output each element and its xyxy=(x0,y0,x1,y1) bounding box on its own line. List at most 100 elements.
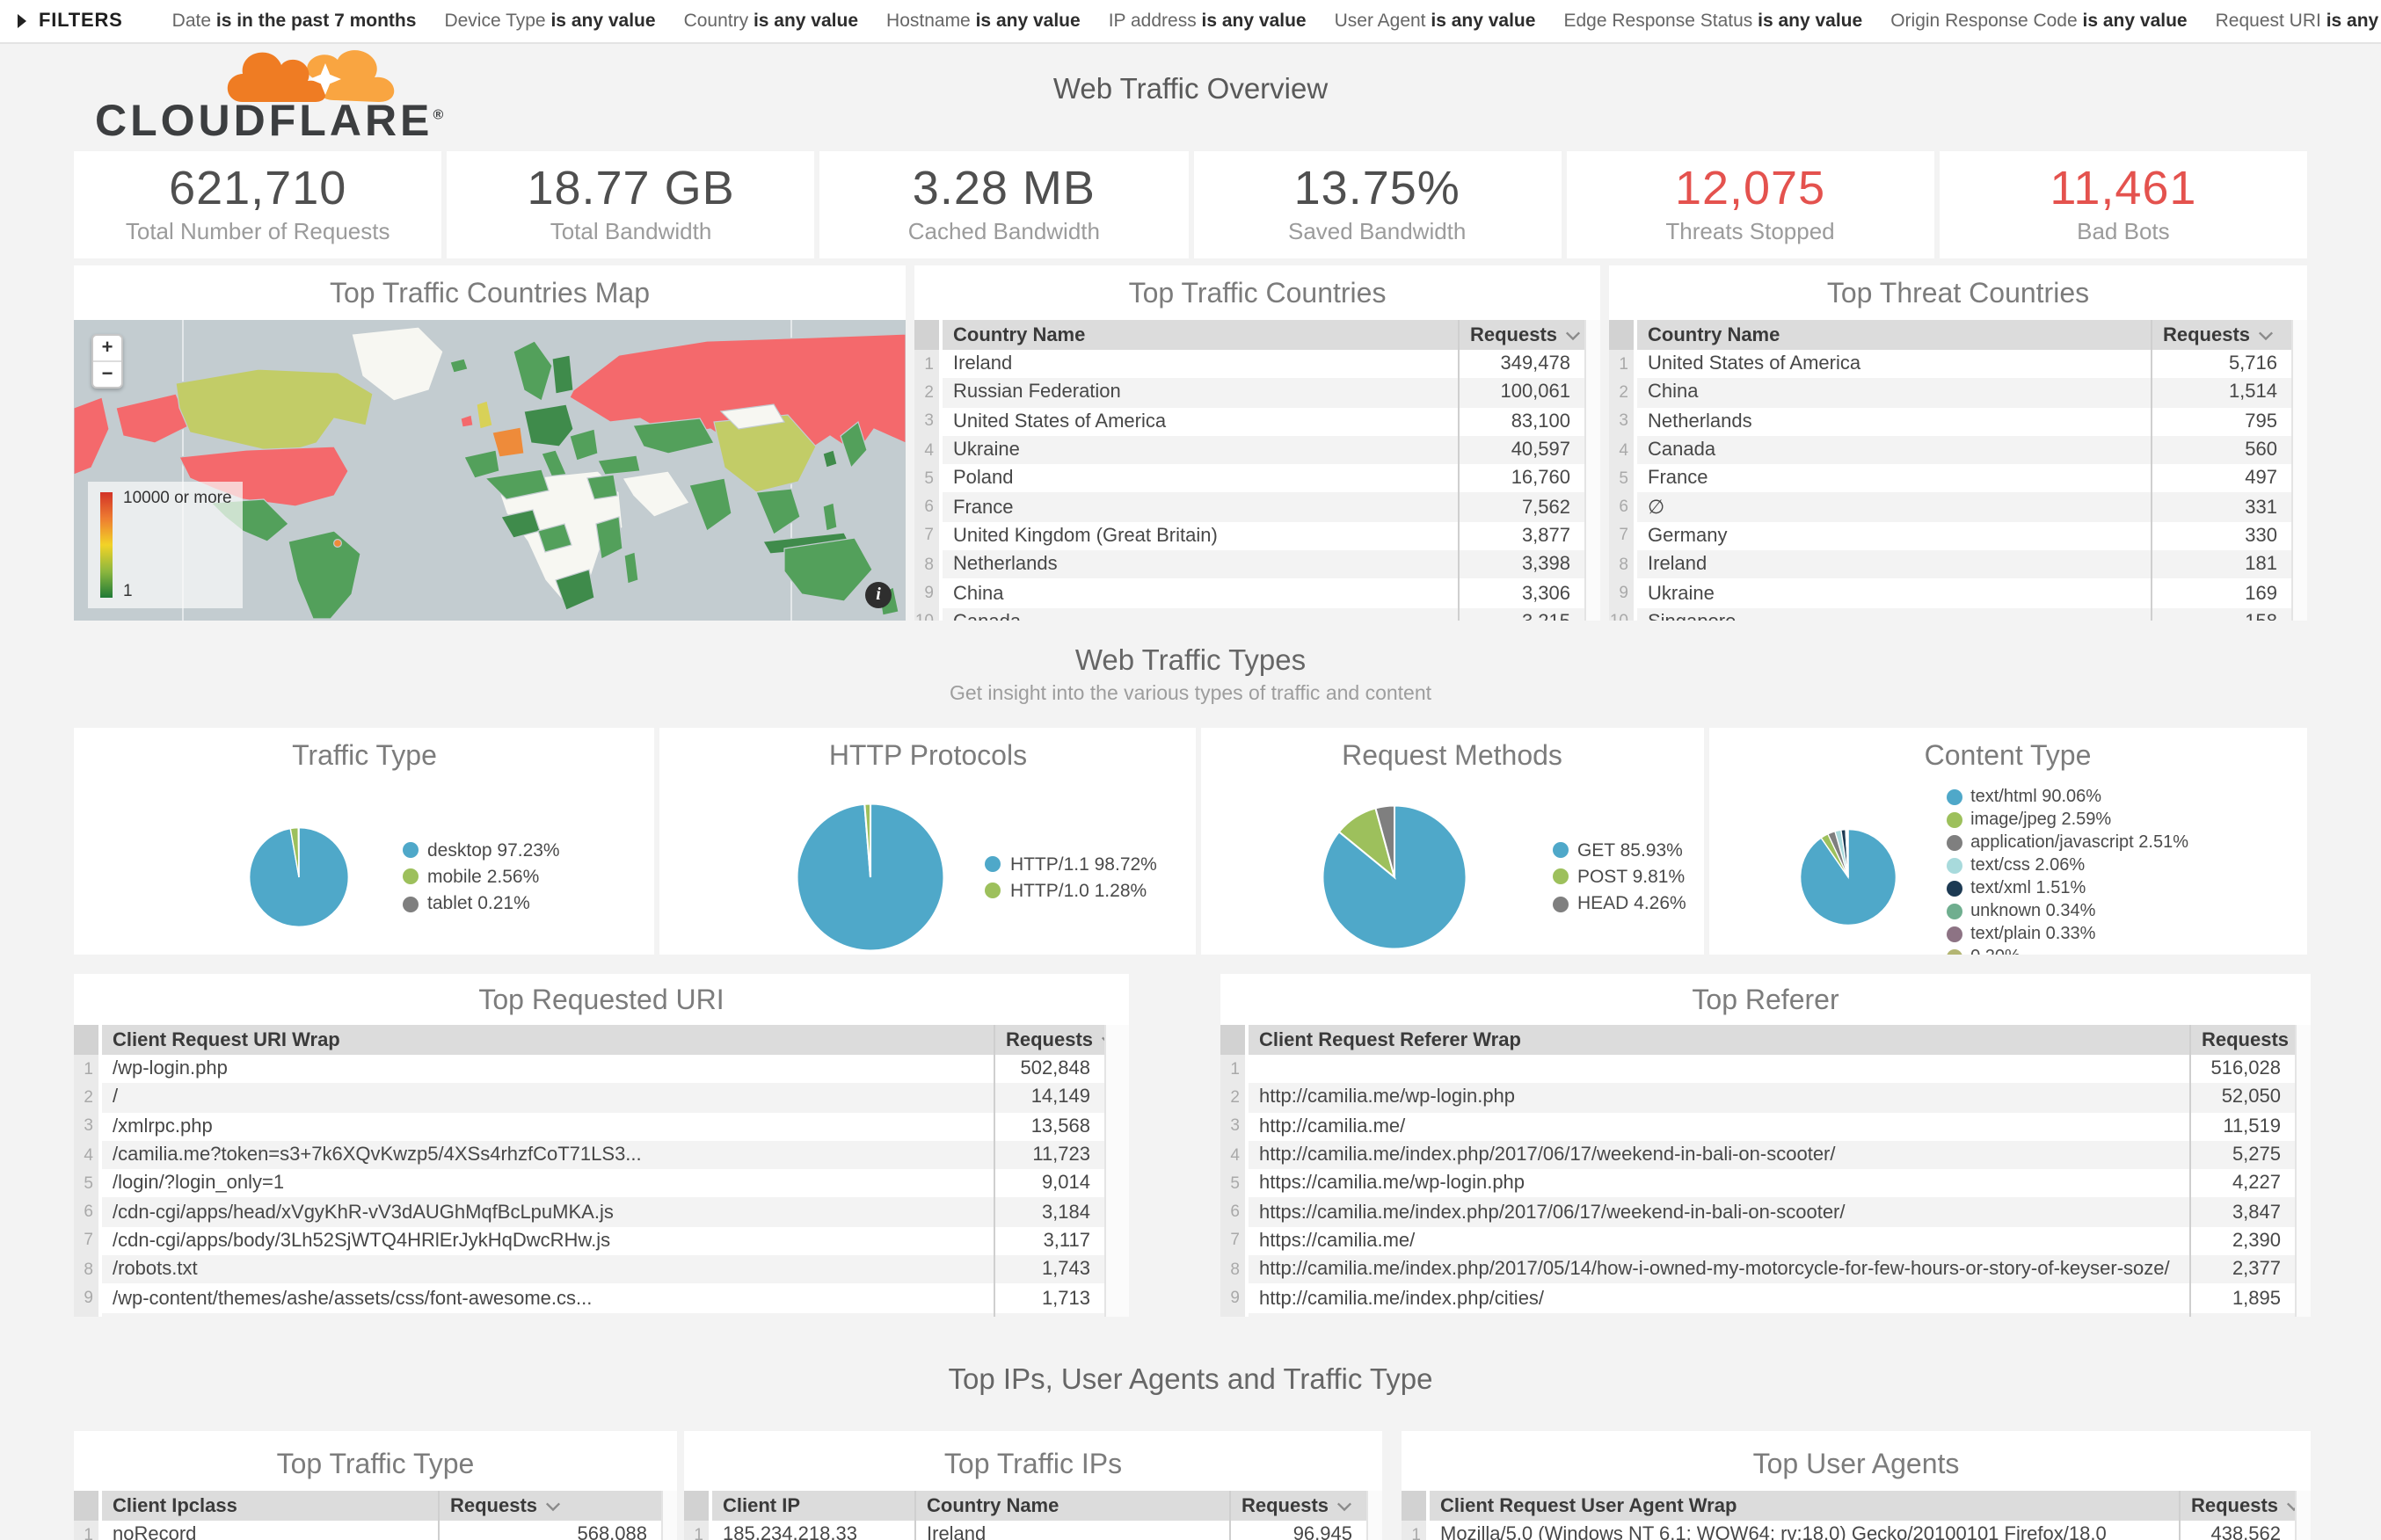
cell-requests: 330 xyxy=(2151,522,2291,551)
scrollbar-gutter[interactable] xyxy=(1584,522,1600,551)
scrollbar-gutter[interactable] xyxy=(1584,320,1600,350)
column-header-requests[interactable]: Requests xyxy=(2189,1025,2295,1055)
scrollbar-gutter[interactable] xyxy=(2295,1255,2311,1284)
filter-item[interactable]: Device Type is any value xyxy=(444,11,655,32)
scrollbar-gutter[interactable] xyxy=(2291,550,2307,579)
world-map[interactable]: + − 10000 or more 1 i xyxy=(74,320,906,621)
scrollbar-gutter[interactable] xyxy=(1104,1025,1129,1055)
scrollbar-gutter[interactable] xyxy=(2291,522,2307,551)
scrollbar-gutter[interactable] xyxy=(2295,1284,2311,1313)
scrollbar-gutter[interactable] xyxy=(1584,579,1600,608)
scrollbar-gutter[interactable] xyxy=(1584,436,1600,465)
legend-item: text/html 90.06% xyxy=(1946,786,2188,809)
scrollbar-gutter[interactable] xyxy=(2295,1169,2311,1198)
scrollbar-gutter[interactable] xyxy=(1104,1198,1129,1227)
filter-item[interactable]: Edge Response Status is any value xyxy=(1563,11,1862,32)
scrollbar-gutter[interactable] xyxy=(2291,350,2307,379)
stat-card: 11,461Bad Bots xyxy=(1940,151,2307,258)
cell-requests: 568,088 xyxy=(438,1521,661,1540)
scrollbar-gutter[interactable] xyxy=(2295,1055,2311,1084)
scrollbar-gutter[interactable] xyxy=(2295,1025,2311,1055)
cell-requests: 438,562 xyxy=(2179,1521,2295,1540)
filter-item[interactable]: Origin Response Code is any value xyxy=(1890,11,2187,32)
map-region xyxy=(552,355,573,394)
filter-item[interactable]: Country is any value xyxy=(684,11,858,32)
cell-value: /xmlrpc.php xyxy=(102,1112,994,1141)
zoom-in-button[interactable]: + xyxy=(93,336,121,360)
table-row: 10http://camilia.me/index.php/about/1,47… xyxy=(1220,1312,2311,1317)
scrollbar-gutter[interactable] xyxy=(2295,1084,2311,1113)
table-row: 5Poland16,760 xyxy=(914,464,1600,493)
cell-value: / xyxy=(102,1084,994,1113)
scrollbar-gutter[interactable] xyxy=(1104,1284,1129,1313)
scrollbar-gutter[interactable] xyxy=(661,1521,677,1540)
scrollbar-gutter[interactable] xyxy=(1584,350,1600,379)
scrollbar-gutter[interactable] xyxy=(661,1491,677,1521)
scrollbar-gutter[interactable] xyxy=(1366,1521,1382,1540)
header: CLOUDFLARE® Web Traffic Overview xyxy=(74,44,2307,151)
scrollbar-gutter[interactable] xyxy=(2295,1198,2311,1227)
scrollbar-gutter[interactable] xyxy=(2291,320,2307,350)
filters-expand-icon[interactable] xyxy=(18,14,26,28)
scrollbar-gutter[interactable] xyxy=(1584,550,1600,579)
filter-field-label: Origin Response Code xyxy=(1890,11,2082,32)
column-header-requests[interactable]: Requests xyxy=(1229,1491,1366,1521)
table-row: 4/camilia.me?token=s3+7k6XQvKwzp5/4XSs4r… xyxy=(74,1141,1129,1170)
map-region xyxy=(823,450,837,468)
scrollbar-gutter[interactable] xyxy=(1584,493,1600,522)
column-header-requests[interactable]: Requests xyxy=(1458,320,1584,350)
scrollbar-gutter[interactable] xyxy=(1104,1141,1129,1170)
scrollbar-gutter[interactable] xyxy=(2291,436,2307,465)
scrollbar-gutter[interactable] xyxy=(1104,1312,1129,1317)
scrollbar-gutter[interactable] xyxy=(2295,1112,2311,1141)
scrollbar-gutter[interactable] xyxy=(1104,1255,1129,1284)
filters-label[interactable]: FILTERS xyxy=(39,11,123,32)
column-header-requests[interactable]: Requests xyxy=(438,1491,661,1521)
scrollbar-gutter[interactable] xyxy=(2291,379,2307,408)
column-header-requests[interactable]: Requests xyxy=(2151,320,2291,350)
scrollbar-gutter[interactable] xyxy=(1104,1227,1129,1256)
scrollbar-gutter[interactable] xyxy=(1584,464,1600,493)
cell-requests: 169 xyxy=(2151,579,2291,608)
scrollbar-gutter[interactable] xyxy=(2291,579,2307,608)
row-number: 4 xyxy=(914,436,943,465)
row-number: 3 xyxy=(74,1112,102,1141)
scrollbar-gutter[interactable] xyxy=(2291,493,2307,522)
filter-item[interactable]: User Agent is any value xyxy=(1335,11,1536,32)
scrollbar-gutter[interactable] xyxy=(1366,1491,1382,1521)
scrollbar-gutter[interactable] xyxy=(2291,464,2307,493)
cell-requests: 349,478 xyxy=(1458,350,1584,379)
scrollbar-gutter[interactable] xyxy=(1584,379,1600,408)
zoom-out-button[interactable]: − xyxy=(93,360,121,387)
legend-item: image/jpeg 2.59% xyxy=(1946,809,2188,832)
filter-value: is any value xyxy=(1202,11,1307,32)
scrollbar-gutter[interactable] xyxy=(2295,1521,2311,1540)
scrollbar-gutter[interactable] xyxy=(1104,1169,1129,1198)
scrollbar-gutter[interactable] xyxy=(2295,1141,2311,1170)
filter-item[interactable]: Date is in the past 7 months xyxy=(172,11,417,32)
filter-item[interactable]: IP address is any value xyxy=(1109,11,1307,32)
scrollbar-gutter[interactable] xyxy=(1104,1084,1129,1113)
info-icon[interactable]: i xyxy=(865,582,892,608)
scrollbar-gutter[interactable] xyxy=(2295,1227,2311,1256)
column-header-requests[interactable]: Requests xyxy=(2179,1491,2295,1521)
column-header-requests[interactable]: Requests xyxy=(994,1025,1104,1055)
scrollbar-gutter[interactable] xyxy=(2291,407,2307,436)
scrollbar-gutter[interactable] xyxy=(2295,1312,2311,1317)
scrollbar-gutter[interactable] xyxy=(1104,1055,1129,1084)
scrollbar-gutter[interactable] xyxy=(2295,1491,2311,1521)
scrollbar-gutter[interactable] xyxy=(1584,607,1600,621)
scrollbar-gutter[interactable] xyxy=(1104,1112,1129,1141)
section-subtitle: Get insight into the various types of tr… xyxy=(74,684,2307,705)
stat-card: 621,710Total Number of Requests xyxy=(74,151,441,258)
map-region xyxy=(524,404,573,447)
filter-item[interactable]: Hostname is any value xyxy=(886,11,1081,32)
pie-chart xyxy=(1798,828,1897,926)
table-row: 8Ireland181 xyxy=(1609,550,2307,579)
scrollbar-gutter[interactable] xyxy=(1584,407,1600,436)
filter-item[interactable]: Request URI is any value xyxy=(2216,11,2381,32)
cell-value: /wp-content/themes/ashe/assets/css/font-… xyxy=(102,1284,994,1313)
cell-requests: 40,597 xyxy=(1458,436,1584,465)
scrollbar-gutter[interactable] xyxy=(2291,607,2307,621)
pie-chart xyxy=(1321,803,1468,951)
